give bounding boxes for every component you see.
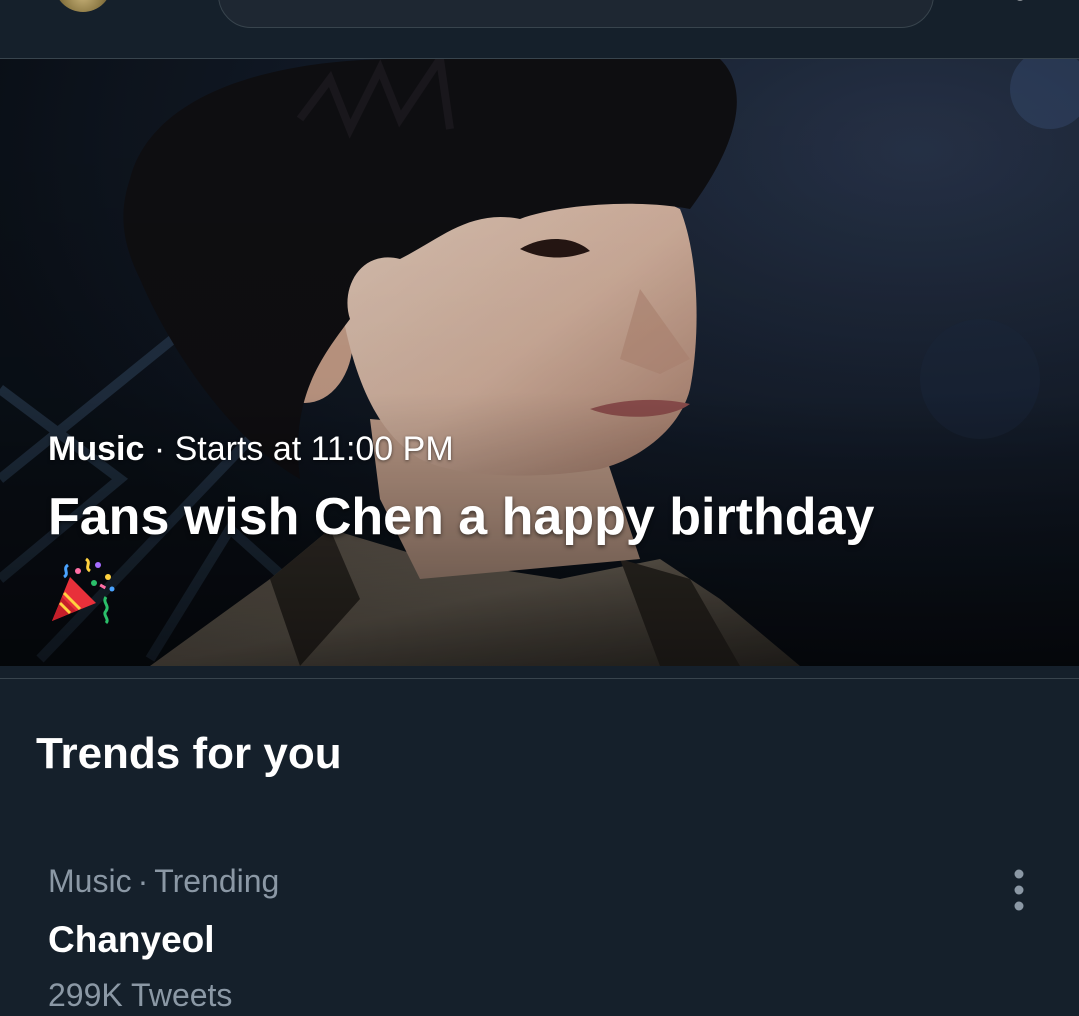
trend-item[interactable]: Music · Trending Chanyeol 299K Tweets xyxy=(0,850,1079,1013)
search-input[interactable] xyxy=(218,0,934,28)
event-info: Music · Starts at 11:00 PM Fans wish Che… xyxy=(48,427,1028,625)
top-bar xyxy=(0,0,1079,59)
trend-category: Music xyxy=(48,863,132,899)
party-popper-icon xyxy=(52,557,115,625)
event-time: Starts at 11:00 PM xyxy=(174,430,454,468)
user-avatar[interactable] xyxy=(54,0,112,12)
event-hero-card[interactable]: Music · Starts at 11:00 PM Fans wish Che… xyxy=(0,59,1079,666)
settings-icon[interactable] xyxy=(1009,0,1031,8)
event-title[interactable]: Fans wish Chen a happy birthday xyxy=(48,487,1028,547)
trend-separator: · xyxy=(137,863,149,899)
event-meta: Music · Starts at 11:00 PM xyxy=(48,427,1028,471)
section-divider xyxy=(0,678,1079,679)
trends-section-title: Trends for you xyxy=(36,729,342,778)
trend-meta: Music · Trending xyxy=(48,860,279,902)
event-separator: · xyxy=(153,430,166,468)
event-category: Music xyxy=(48,430,145,468)
trend-status: Trending xyxy=(154,863,280,899)
trend-name[interactable]: Chanyeol xyxy=(48,918,215,962)
more-vertical-icon[interactable] xyxy=(996,868,1042,912)
